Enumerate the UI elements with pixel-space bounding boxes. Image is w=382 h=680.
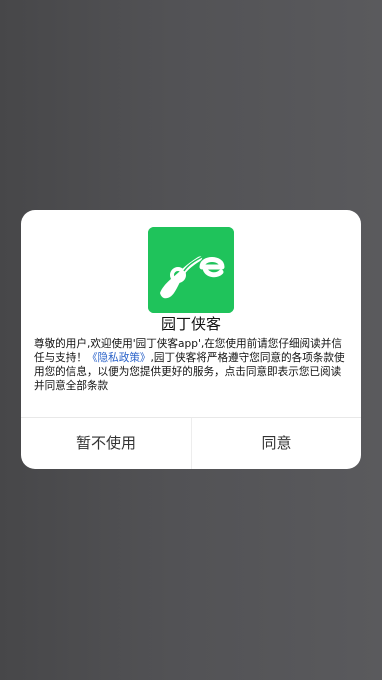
decline-button[interactable]: 暂不使用: [21, 418, 191, 469]
app-name: 园丁侠客: [160, 315, 221, 333]
leaf-e-logo-icon: [148, 227, 234, 313]
privacy-dialog: 园丁侠客 尊敬的用户,欢迎使用'园丁侠客app',在您使用前请您仔细阅读并信任与…: [21, 210, 361, 469]
privacy-notice-text: 尊敬的用户,欢迎使用'园丁侠客app',在您使用前请您仔细阅读并信任与支持！《隐…: [34, 337, 350, 393]
privacy-policy-link[interactable]: 《隐私政策》: [87, 352, 151, 364]
agree-button[interactable]: 同意: [192, 418, 361, 469]
